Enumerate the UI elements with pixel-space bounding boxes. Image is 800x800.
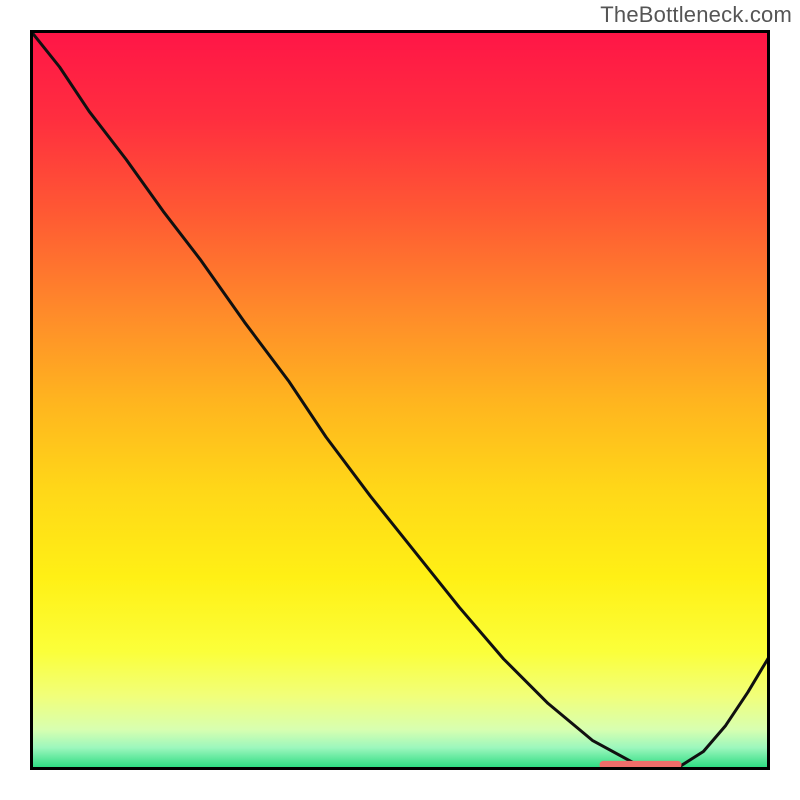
- plot-area: [30, 30, 770, 770]
- gradient-background: [30, 30, 770, 770]
- chart-stage: TheBottleneck.com: [0, 0, 800, 800]
- chart-svg: [30, 30, 770, 770]
- watermark-label: TheBottleneck.com: [600, 2, 792, 28]
